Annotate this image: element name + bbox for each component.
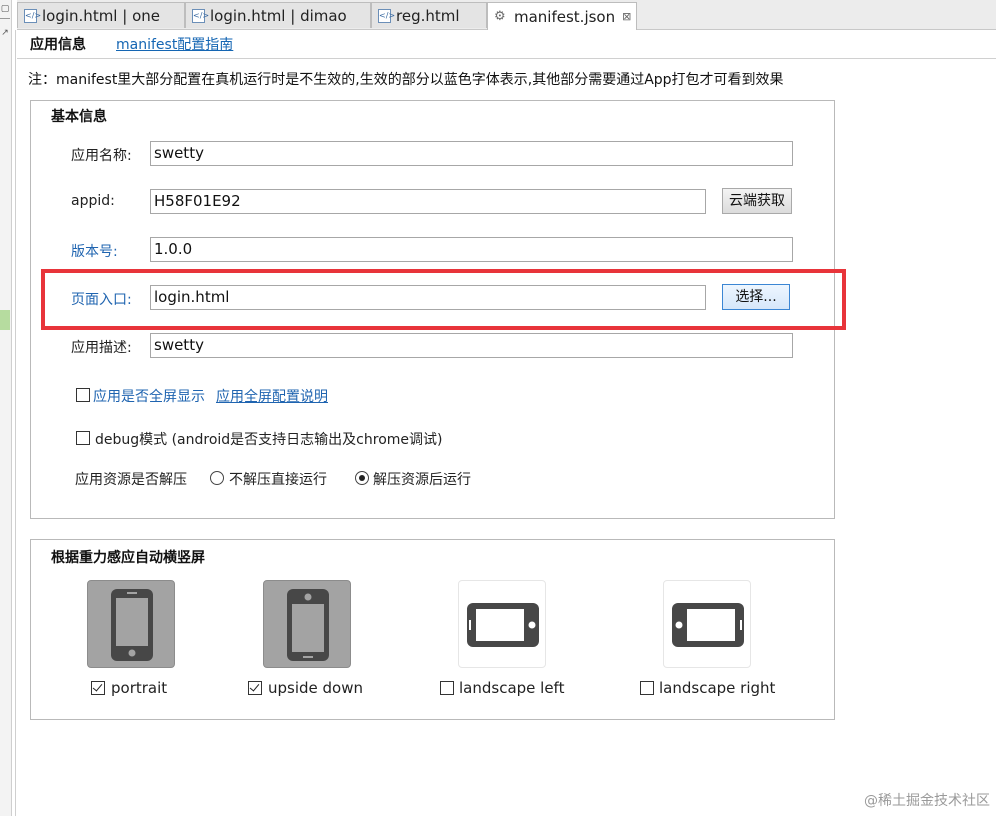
- upside-down-checkbox[interactable]: [248, 681, 262, 695]
- upside-down-tile[interactable]: [263, 580, 351, 668]
- version-label: 版本号:: [71, 244, 118, 260]
- landscape-left-checkbox[interactable]: [440, 681, 454, 695]
- editor-gutter: ▢ ↗: [0, 0, 12, 816]
- phone-upside-down-icon: [287, 589, 329, 661]
- appid-field[interactable]: H58F01E92: [150, 189, 706, 214]
- manifest-subheader: 应用信息 manifest配置指南: [30, 34, 233, 54]
- landscape-left-tile[interactable]: [458, 580, 546, 668]
- fullscreen-checkbox[interactable]: [76, 388, 90, 402]
- gutter-change-marker: [0, 310, 10, 330]
- portrait-label: portrait: [111, 679, 168, 697]
- editor-tab-bar: </> login.html | one </> login.html | di…: [17, 0, 996, 30]
- phone-landscape-right-icon: [672, 603, 744, 647]
- unzip-label: 应用资源是否解压: [75, 472, 187, 488]
- debug-label: debug模式 (android是否支持日志输出及chrome调试): [95, 432, 443, 448]
- portrait-tile[interactable]: [87, 580, 175, 668]
- landscape-right-checkbox[interactable]: [640, 681, 654, 695]
- desc-label: 应用描述:: [71, 340, 132, 356]
- landscape-right-tile[interactable]: [663, 580, 751, 668]
- phone-portrait-icon: [111, 589, 153, 661]
- radio-unzip[interactable]: [355, 471, 369, 485]
- tab-label: manifest.json: [514, 7, 616, 26]
- basic-info-title: 基本信息: [51, 109, 107, 125]
- gravity-title: 根据重力感应自动横竖屏: [51, 550, 205, 566]
- phone-landscape-left-icon: [467, 603, 539, 647]
- editor-edge-line: [15, 30, 16, 816]
- radio-no-unzip[interactable]: [210, 471, 224, 485]
- tab-label: reg.html: [396, 6, 460, 25]
- html-file-icon: </>: [192, 8, 209, 23]
- settings-file-icon: ⚙: [494, 8, 506, 24]
- desc-field[interactable]: swetty: [150, 333, 793, 358]
- watermark: @稀土掘金技术社区: [864, 793, 990, 809]
- section-title: 应用信息: [30, 37, 86, 53]
- radio-unzip-label: 解压资源后运行: [373, 472, 471, 488]
- app-name-label: 应用名称:: [71, 148, 132, 164]
- tab-reg[interactable]: </> reg.html: [371, 2, 487, 28]
- tab-login-one[interactable]: </> login.html | one: [17, 2, 185, 28]
- highlight-box: [41, 269, 846, 330]
- tab-label: login.html | dimao: [210, 6, 347, 25]
- tab-login-dimao[interactable]: </> login.html | dimao: [185, 2, 371, 28]
- tab-label: login.html | one: [42, 6, 160, 25]
- manifest-guide-link[interactable]: manifest配置指南: [116, 34, 233, 54]
- manifest-note: 注：manifest里大部分配置在真机运行时是不生效的,生效的部分以蓝色字体表示…: [28, 72, 784, 88]
- version-field[interactable]: 1.0.0: [150, 237, 793, 262]
- gutter-arrow-icon: ↗: [1, 28, 9, 38]
- close-icon[interactable]: ⊠: [622, 10, 631, 23]
- header-divider: [17, 58, 996, 59]
- debug-checkbox[interactable]: [76, 431, 90, 445]
- gutter-marker-icon: ▢: [0, 4, 10, 19]
- fullscreen-label: 应用是否全屏显示: [93, 389, 205, 405]
- appid-label: appid:: [71, 193, 115, 209]
- fullscreen-help-link[interactable]: 应用全屏配置说明: [216, 386, 328, 406]
- cloud-fetch-button[interactable]: 云端获取: [722, 188, 792, 214]
- upside-down-label: upside down: [268, 679, 364, 697]
- tab-manifest[interactable]: ⚙ manifest.json ⊠: [487, 2, 637, 30]
- landscape-left-label: landscape left: [459, 679, 565, 697]
- portrait-checkbox[interactable]: [91, 681, 105, 695]
- landscape-right-label: landscape right: [659, 679, 776, 697]
- app-name-field[interactable]: swetty: [150, 141, 793, 166]
- html-file-icon: </>: [24, 8, 41, 23]
- radio-no-unzip-label: 不解压直接运行: [229, 472, 327, 488]
- html-file-icon: </>: [378, 8, 395, 23]
